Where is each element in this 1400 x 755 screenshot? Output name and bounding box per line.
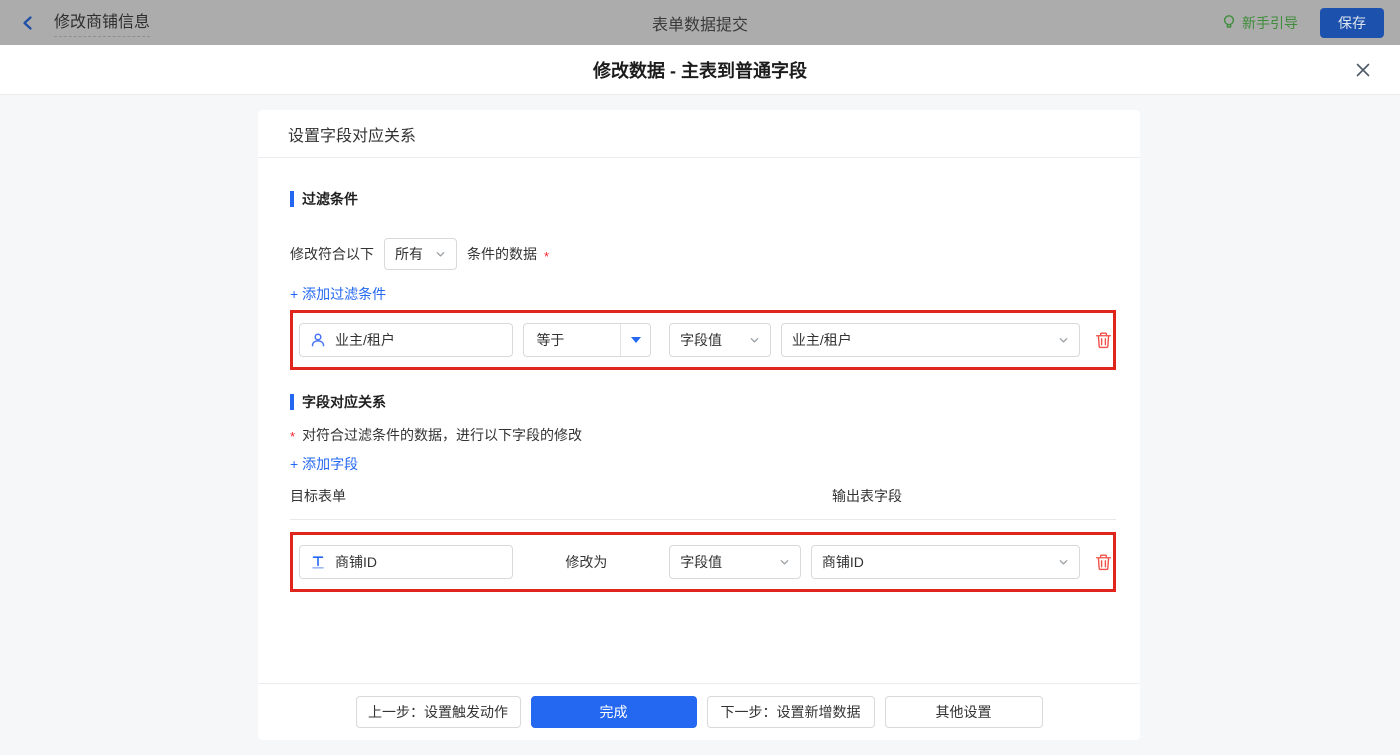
chevron-down-icon: [750, 337, 759, 343]
modal-title: 修改数据 - 主表到普通字段: [593, 60, 807, 81]
output-field-column-label: 输出表字段: [832, 488, 902, 504]
trash-icon: [1095, 554, 1112, 570]
caret-down-icon: [630, 337, 641, 343]
filter-value-select[interactable]: 业主/租户: [780, 323, 1080, 357]
required-asterisk: *: [544, 248, 550, 264]
chevron-down-icon: [780, 559, 789, 565]
filter-value-type-select[interactable]: 字段值: [669, 323, 771, 357]
trigger-node-title: 表单数据提交: [651, 16, 749, 34]
mapping-value-type-select[interactable]: 字段值: [669, 545, 801, 579]
mapping-description-row: * 对符合过滤条件的数据，进行以下字段的修改: [290, 425, 1116, 445]
operator-value: 等于: [536, 332, 565, 348]
target-form-column-label: 目标表单: [290, 488, 346, 504]
section-accent-bar: [290, 394, 294, 410]
operator-caret-zone[interactable]: [620, 324, 650, 356]
chevron-down-icon: [436, 251, 445, 257]
lightbulb-icon: [1223, 15, 1235, 28]
target-field-input[interactable]: 商铺ID: [299, 545, 514, 579]
filter-value: 业主/租户: [791, 332, 852, 348]
match-type-select[interactable]: 所有: [384, 238, 457, 270]
mapping-value-type: 字段值: [680, 554, 723, 570]
toolbar-right: 新手引导 保存: [1222, 7, 1384, 38]
toolbar-left: 修改商铺信息: [0, 8, 151, 37]
add-field-link[interactable]: + 添加字段: [290, 454, 358, 474]
prev-step-button[interactable]: 上一步：设置触发动作: [355, 696, 521, 728]
section-accent-bar: [290, 191, 294, 207]
filter-section-label: 过滤条件: [302, 191, 358, 207]
close-x-icon: [1356, 63, 1370, 77]
filter-section-title: 过滤条件: [290, 189, 1116, 209]
mapping-value: 商铺ID: [821, 554, 864, 570]
required-asterisk: *: [290, 428, 296, 444]
mapping-section-title: 字段对应关系: [290, 392, 1116, 412]
top-toolbar: 修改商铺信息 表单数据提交 新手引导 保存: [0, 0, 1400, 45]
mapping-value-select[interactable]: 商铺ID: [810, 545, 1080, 579]
chevron-down-icon: [1059, 559, 1068, 565]
filter-field-input[interactable]: 业主/租户: [299, 323, 514, 357]
workflow-name[interactable]: 修改商铺信息: [54, 8, 151, 37]
filter-value-type: 字段值: [680, 332, 723, 348]
done-button[interactable]: 完成: [530, 696, 697, 728]
mapping-column-headers: 目标表单 输出表字段: [290, 486, 1116, 520]
panel-footer: 上一步：设置触发动作 完成 下一步：设置新增数据 其他设置: [258, 683, 1140, 740]
modal-header: 修改数据 - 主表到普通字段: [0, 45, 1400, 95]
mapping-row-highlight: 商铺ID 修改为 字段值 商铺ID: [290, 532, 1116, 592]
operator-select[interactable]: 等于: [523, 323, 652, 357]
user-icon: [311, 333, 325, 347]
trash-icon: [1095, 332, 1112, 348]
modify-to-label: 修改为: [565, 554, 608, 570]
match-suffix-label: 条件的数据: [467, 246, 537, 262]
text-field-icon: [312, 556, 324, 569]
close-icon[interactable]: [1352, 59, 1374, 81]
match-condition-row: 修改符合以下 所有 条件的数据 *: [290, 238, 1116, 270]
back-chevron-icon: [23, 15, 32, 30]
delete-filter-row-button[interactable]: [1094, 331, 1113, 350]
add-filter-condition-link[interactable]: + 添加过滤条件: [290, 284, 386, 304]
filter-field-label: 业主/租户: [335, 332, 395, 348]
chevron-down-icon: [1059, 337, 1068, 343]
delete-mapping-row-button[interactable]: [1094, 553, 1113, 572]
beginner-guide-link[interactable]: 新手引导: [1222, 13, 1298, 33]
match-type-value: 所有: [395, 246, 423, 262]
save-button[interactable]: 保存: [1320, 7, 1384, 38]
other-settings-button[interactable]: 其他设置: [884, 696, 1043, 728]
guide-label: 新手引导: [1242, 14, 1298, 31]
panel-title: 设置字段对应关系: [258, 110, 1140, 158]
back-button[interactable]: [16, 11, 40, 35]
mapping-section-label: 字段对应关系: [302, 394, 386, 410]
match-prefix-label: 修改符合以下: [290, 246, 374, 262]
field-mapping-panel: 设置字段对应关系 过滤条件 修改符合以下 所有 条件的数据 * + 添加过滤条件: [258, 110, 1140, 740]
target-field-label: 商铺ID: [335, 554, 377, 570]
filter-row-highlight: 业主/租户 等于 字段值 业主/租户: [290, 310, 1116, 370]
panel-content: 过滤条件 修改符合以下 所有 条件的数据 * + 添加过滤条件 业主/租户 等于…: [258, 189, 1140, 592]
mapping-description: 对符合过滤条件的数据，进行以下字段的修改: [302, 427, 583, 443]
modal-body: 设置字段对应关系 过滤条件 修改符合以下 所有 条件的数据 * + 添加过滤条件: [0, 95, 1400, 755]
next-step-button[interactable]: 下一步：设置新增数据: [706, 696, 875, 728]
